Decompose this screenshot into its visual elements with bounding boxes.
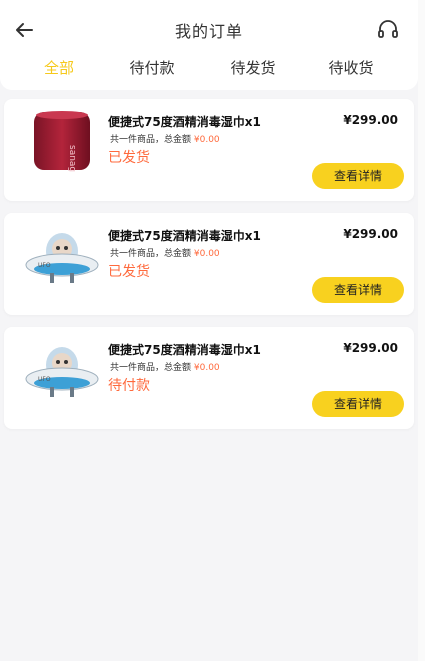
product-image-ufo: UFO — [25, 347, 99, 397]
product-image-ufo: UFO — [25, 233, 99, 283]
svg-text:sanag: sanag — [67, 145, 77, 172]
orders-page: 我的订单 全部 待付款 待发货 待收货 sanag 便捷式75度酒精消毒湿巾x1… — [0, 0, 425, 661]
order-status: 待付款 — [108, 378, 150, 394]
order-amount: ¥0.00 — [193, 135, 220, 145]
tab-pending-receipt[interactable]: 待收货 — [328, 57, 373, 78]
summary-label: 共一件商品，总金额 — [110, 135, 192, 145]
page-title: 我的订单 — [174, 22, 243, 41]
order-summary: 共一件商品，总金额 ¥0.00 — [110, 132, 220, 145]
tab-pending-payment[interactable]: 待付款 — [129, 57, 174, 78]
order-status: 已发货 — [108, 264, 150, 280]
product-name: 便捷式75度酒精消毒湿巾x1 — [108, 343, 261, 357]
order-list: sanag 便捷式75度酒精消毒湿巾x1 ¥299.00 共一件商品，总金额 ¥… — [4, 99, 414, 441]
order-status: 已发货 — [108, 150, 150, 166]
tab-all[interactable]: 全部 — [44, 57, 74, 78]
order-card[interactable]: UFO 便捷式75度酒精消毒湿巾x1 ¥299.00 共一件商品，总金额 ¥0.… — [4, 213, 414, 315]
order-card[interactable]: sanag 便捷式75度酒精消毒湿巾x1 ¥299.00 共一件商品，总金额 ¥… — [4, 99, 414, 201]
product-name: 便捷式75度酒精消毒湿巾x1 — [108, 115, 261, 129]
summary-label: 共一件商品，总金额 — [110, 249, 192, 259]
order-amount: ¥0.00 — [193, 249, 220, 259]
tab-pending-shipment[interactable]: 待发货 — [230, 57, 275, 78]
order-summary: 共一件商品，总金额 ¥0.00 — [110, 360, 220, 373]
view-details-button[interactable]: 查看详情 — [312, 163, 404, 189]
view-details-button[interactable]: 查看详情 — [312, 391, 404, 417]
order-summary: 共一件商品，总金额 ¥0.00 — [110, 246, 220, 259]
svg-text:UFO: UFO — [38, 262, 51, 269]
product-price: ¥299.00 — [343, 113, 398, 127]
view-details-button[interactable]: 查看详情 — [312, 277, 404, 303]
product-price: ¥299.00 — [343, 227, 398, 241]
svg-text:UFO: UFO — [38, 376, 51, 383]
order-tabs: 全部 待付款 待发货 待收货 — [0, 57, 418, 81]
product-price: ¥299.00 — [343, 341, 398, 355]
summary-label: 共一件商品，总金额 — [110, 363, 192, 373]
order-amount: ¥0.00 — [193, 363, 220, 373]
headset-icon[interactable] — [376, 18, 400, 42]
product-image-speaker: sanag — [34, 111, 90, 172]
header: 我的订单 全部 待付款 待发货 待收货 — [0, 0, 418, 90]
order-card[interactable]: UFO 便捷式75度酒精消毒湿巾x1 ¥299.00 共一件商品，总金额 ¥0.… — [4, 327, 414, 429]
product-name: 便捷式75度酒精消毒湿巾x1 — [108, 229, 261, 243]
edge-strip — [418, 0, 425, 661]
